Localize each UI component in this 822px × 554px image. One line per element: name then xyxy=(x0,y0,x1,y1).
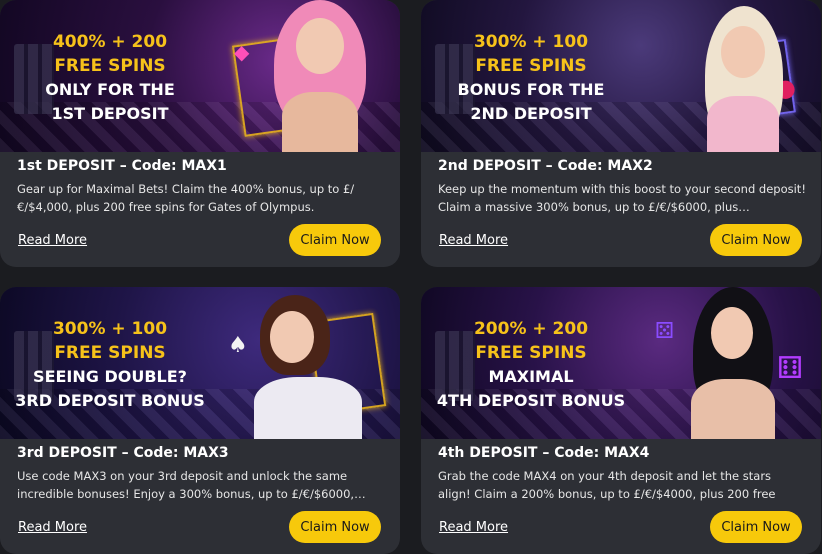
host-figure xyxy=(270,0,370,152)
claim-now-button[interactable]: Claim Now xyxy=(710,511,802,543)
card-title: 3rd DEPOSIT – Code: MAX3 xyxy=(17,445,229,461)
host-figure xyxy=(244,287,364,439)
promo-banner: ⚄ ⚅ 200% + 200 FREE SPINS MAXIMAL 4TH DE… xyxy=(421,287,821,439)
read-more-link[interactable]: Read More xyxy=(18,233,87,248)
promo-bonus: 200% + 200 xyxy=(473,319,589,339)
promo-banner: ◆ ♛ 400% + 200 FREE SPINS ONLY FOR THE 1… xyxy=(0,0,400,152)
promo-bonus: 300% + 100 xyxy=(52,319,168,339)
promo-subtext: 1ST DEPOSIT xyxy=(51,104,169,123)
promo-subtext: 2ND DEPOSIT xyxy=(470,104,592,123)
promo-banner: ● 300% + 100 FREE SPINS BONUS FOR THE 2N… xyxy=(421,0,821,152)
card-description: Grab the code MAX4 on your 4th deposit a… xyxy=(438,469,776,501)
read-more-link[interactable]: Read More xyxy=(18,520,87,535)
claim-now-button[interactable]: Claim Now xyxy=(289,511,381,543)
dice-icon: ⚄ xyxy=(655,319,675,344)
promo-bonus: 300% + 100 xyxy=(473,32,589,52)
promo-spins: FREE SPINS xyxy=(475,343,587,363)
promo-spins: FREE SPINS xyxy=(54,56,166,76)
promo-banner: ♠ 300% + 100 FREE SPINS SEEING DOUBLE? 3… xyxy=(0,287,400,439)
bonus-card-4: ⚄ ⚅ 200% + 200 FREE SPINS MAXIMAL 4TH DE… xyxy=(421,287,821,554)
read-more-link[interactable]: Read More xyxy=(439,233,508,248)
claim-now-button[interactable]: Claim Now xyxy=(289,224,381,256)
diamond-icon: ◆ xyxy=(234,40,250,64)
promo-bonus: 400% + 200 xyxy=(52,32,168,52)
card-description: Use code MAX3 on your 3rd deposit and un… xyxy=(17,469,366,501)
card-title: 1st DEPOSIT – Code: MAX1 xyxy=(17,158,227,174)
promo-subtext: 4TH DEPOSIT BONUS xyxy=(436,391,626,410)
card-title: 2nd DEPOSIT – Code: MAX2 xyxy=(438,158,653,174)
promo-text: BONUS FOR THE xyxy=(457,80,605,99)
promo-text: SEEING DOUBLE? xyxy=(33,367,187,386)
bonus-card-2: ● 300% + 100 FREE SPINS BONUS FOR THE 2N… xyxy=(421,0,821,267)
card-title: 4th DEPOSIT – Code: MAX4 xyxy=(438,445,650,461)
bonus-card-3: ♠ 300% + 100 FREE SPINS SEEING DOUBLE? 3… xyxy=(0,287,400,554)
promo-text: ONLY FOR THE xyxy=(45,80,175,99)
host-figure xyxy=(685,287,781,439)
promo-spins: FREE SPINS xyxy=(475,56,587,76)
promo-spins: FREE SPINS xyxy=(54,343,166,363)
bonus-card-1: ◆ ♛ 400% + 200 FREE SPINS ONLY FOR THE 1… xyxy=(0,0,400,267)
card-description: Gear up for Maximal Bets! Claim the 400%… xyxy=(17,182,355,214)
claim-now-button[interactable]: Claim Now xyxy=(710,224,802,256)
promo-subtext: 3RD DEPOSIT BONUS xyxy=(15,391,205,410)
read-more-link[interactable]: Read More xyxy=(439,520,508,535)
host-figure xyxy=(697,0,789,152)
card-description: Keep up the momentum with this boost to … xyxy=(438,182,806,214)
promo-text: MAXIMAL xyxy=(488,367,574,386)
